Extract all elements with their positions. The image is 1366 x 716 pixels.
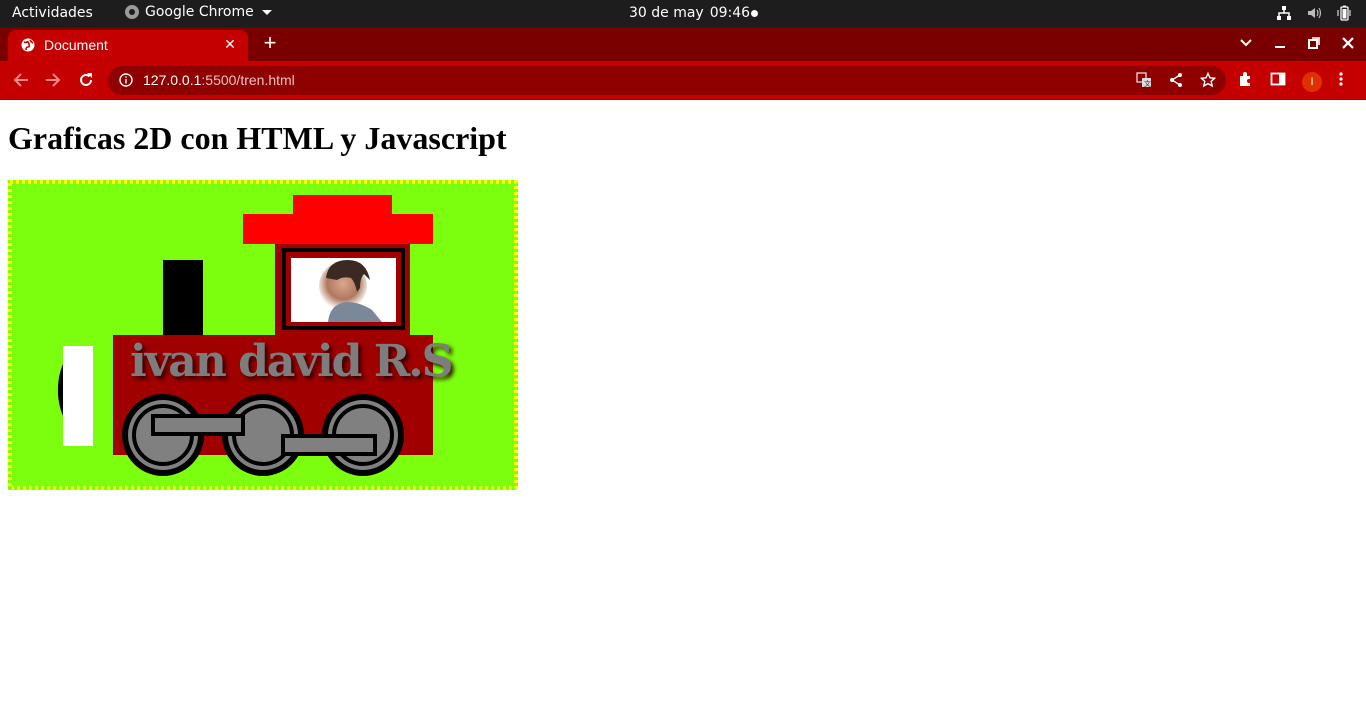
volume-icon [1306,5,1322,21]
app-menu-label: Google Chrome [145,4,254,20]
tab-search-icon[interactable] [1238,35,1254,51]
train-name-text: ivan david R.S [130,336,452,387]
chevron-down-icon [261,9,272,15]
url-text[interactable]: 127.0.0.1:5500/tren.html [143,72,295,88]
system-tray[interactable] [1276,5,1352,21]
extensions-puzzle-icon[interactable] [1238,71,1254,92]
train-roof [243,214,433,244]
omnibox-actions: 文 [1136,71,1217,93]
profile-avatar[interactable]: I [1302,71,1322,92]
translate-icon[interactable]: 文 [1136,72,1152,93]
train-front-light [63,346,93,446]
battery-icon [1336,5,1352,21]
chrome-icon [125,5,139,19]
window-controls [1238,35,1356,51]
train-chimney [163,260,203,340]
clock[interactable]: 30 de may 09:46 [629,5,750,21]
train-canvas: ivan david R.S [8,180,518,490]
url-host: 127.0.0.1 [143,72,202,88]
tab-title: Document [44,37,108,53]
connecting-rod-2 [281,434,377,456]
train-roof-top [293,195,392,217]
forward-arrow-icon[interactable] [44,71,62,89]
globe-icon [21,38,35,52]
clock-date: 30 de may [629,5,704,21]
app-menu[interactable]: Google Chrome [125,4,272,20]
minimize-icon[interactable] [1272,35,1288,51]
system-top-bar: Actividades Google Chrome 30 de may 09:4… [0,0,1366,27]
connecting-rod-1 [151,414,245,436]
notification-dot-icon [751,10,758,17]
browser-toolbar: 127.0.0.1:5500/tren.html 文 I [0,61,1366,100]
close-window-icon[interactable] [1340,35,1356,51]
tab-document[interactable]: Document ✕ [8,30,248,61]
back-arrow-icon[interactable] [12,71,30,89]
clock-time: 09:46 [709,5,751,21]
tab-strip: Document ✕ + [0,27,1366,61]
reload-icon[interactable] [77,71,95,89]
page-heading: Graficas 2D con HTML y Javascript [8,120,507,156]
svg-text:文: 文 [1144,79,1151,88]
share-icon[interactable] [1168,72,1184,93]
url-path: :5500/tren.html [201,72,295,88]
close-tab-icon[interactable]: ✕ [222,36,238,52]
bookmark-star-icon[interactable] [1199,71,1217,93]
menu-kebab-icon[interactable] [1338,71,1344,92]
address-bar[interactable]: 127.0.0.1:5500/tren.html 文 [108,66,1226,95]
network-icon [1276,5,1292,21]
new-tab-button[interactable]: + [261,32,279,54]
activities-button[interactable]: Actividades [12,5,93,21]
toolbar-actions: I [1238,71,1344,92]
restore-icon[interactable] [1306,35,1322,51]
train-drawing: ivan david R.S [8,180,518,490]
page-content: Graficas 2D con HTML y Javascript ivan d… [0,100,1366,716]
site-info-icon[interactable] [119,73,133,87]
side-panel-icon[interactable] [1270,71,1286,92]
